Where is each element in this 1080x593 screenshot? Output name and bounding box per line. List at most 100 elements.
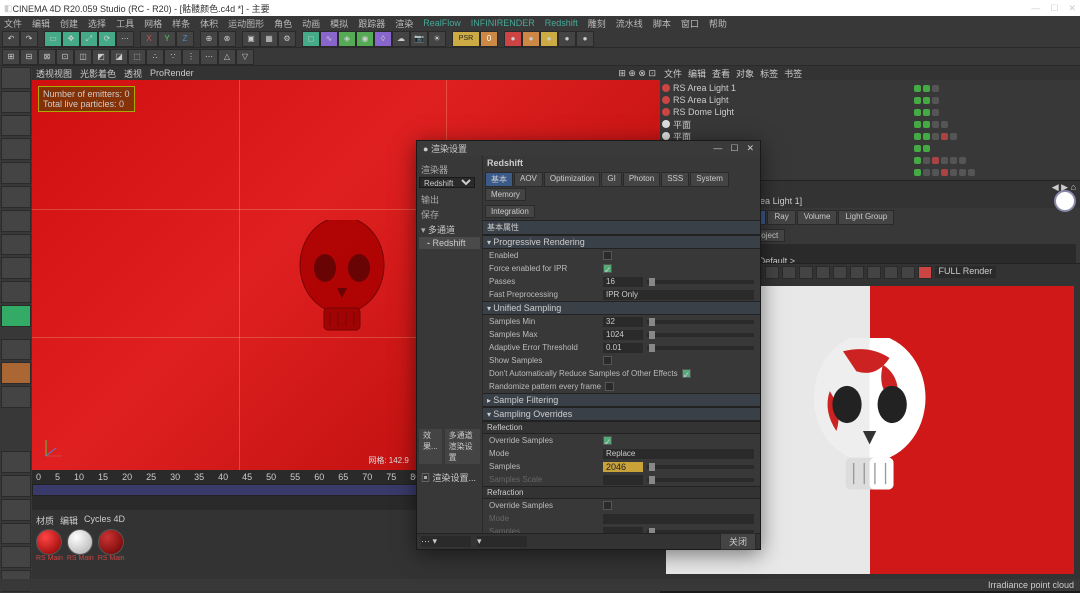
snap-tool[interactable]: ⋯ (200, 49, 218, 65)
menu-item[interactable]: 雕刻 (588, 17, 606, 30)
psr-button[interactable]: PSR (452, 31, 480, 47)
pv-render-mode[interactable]: FULL Render (935, 266, 997, 278)
om-tab[interactable]: 对象 (736, 67, 754, 80)
axis-y-icon[interactable]: Y (158, 31, 176, 47)
vp-tab[interactable]: 透视 (124, 67, 142, 80)
om-tab[interactable]: 标签 (760, 67, 778, 80)
snap-grid-icon[interactable] (1, 386, 31, 408)
rs-tab-system[interactable]: System (690, 172, 729, 187)
snap-tool[interactable]: ◪ (110, 49, 128, 65)
dialog-maximize-icon[interactable]: ☐ (730, 143, 738, 154)
section-unified[interactable]: ▾ Unified Sampling (483, 301, 760, 315)
vp-tab[interactable]: 透视视图 (36, 67, 72, 80)
palette-icon[interactable] (1, 475, 31, 497)
refl-mode-select[interactable]: Replace (603, 449, 754, 459)
snap-tool[interactable]: ◩ (92, 49, 110, 65)
menu-item[interactable]: 运动图形 (228, 17, 264, 30)
om-tab[interactable]: 查看 (712, 67, 730, 80)
menu-item[interactable]: 脚本 (653, 17, 671, 30)
menu-item[interactable]: 编辑 (32, 17, 50, 30)
menu-item[interactable]: 选择 (88, 17, 106, 30)
mode-axis-icon[interactable] (1, 115, 31, 137)
material-slot[interactable] (98, 529, 124, 555)
refl-override-checkbox[interactable]: ✓ (603, 436, 612, 445)
mode-model-icon[interactable] (1, 67, 31, 89)
menu-item[interactable]: 流水线 (616, 17, 643, 30)
pv-tool-icon[interactable] (901, 266, 915, 279)
refl-scale-field[interactable] (603, 475, 643, 485)
tool-recent[interactable]: ⋯ (116, 31, 134, 47)
vp-nav-icon[interactable]: ⊞ ⊕ ⊗ ⊡ (618, 68, 656, 79)
vis-dot[interactable] (923, 85, 930, 92)
mode-extra-icon[interactable] (1, 257, 31, 279)
rs-tab-sss[interactable]: SSS (661, 172, 689, 187)
effects-button[interactable]: 效果... (419, 429, 442, 464)
path-field[interactable] (748, 244, 1076, 255)
mode-point-icon[interactable] (1, 138, 31, 160)
side-item-save[interactable]: 保存 (419, 207, 480, 222)
rs-tool-5[interactable]: ● (576, 31, 594, 47)
material-slot[interactable] (67, 529, 93, 555)
object-row[interactable]: RS Area Light (662, 94, 910, 106)
vp-tab[interactable]: ProRender (150, 68, 194, 78)
render-pict-icon[interactable]: ▦ (260, 31, 278, 47)
menu-item[interactable]: 窗口 (681, 17, 699, 30)
snap-toggle-icon[interactable] (1, 339, 31, 361)
snap-tool[interactable]: △ (218, 49, 236, 65)
mode-poly-icon[interactable] (1, 186, 31, 208)
tool-select[interactable]: ▭ (44, 31, 62, 47)
om-tab[interactable]: 文件 (664, 67, 682, 80)
tool-scale[interactable]: ⤢ (80, 31, 98, 47)
snap-tool[interactable]: ∵ (164, 49, 182, 65)
force-ipr-checkbox[interactable]: ✓ (603, 264, 612, 273)
snap-mode-icon[interactable] (1, 362, 31, 384)
rs-tool-4[interactable]: ● (558, 31, 576, 47)
render-view-icon[interactable]: ▣ (242, 31, 260, 47)
section-sampling-overrides[interactable]: ▾ Sampling Overrides (483, 407, 760, 421)
refl-scale-slider[interactable] (647, 478, 754, 482)
menu-item[interactable]: 渲染 (395, 17, 413, 30)
attr-tab-lightgroup[interactable]: Light Group (838, 210, 894, 225)
tag-icon[interactable] (932, 85, 939, 92)
menu-item-realflow[interactable]: RealFlow (423, 18, 461, 28)
palette-icon[interactable] (1, 546, 31, 568)
close-icon[interactable]: ✕ (1068, 3, 1076, 14)
pv-tool-icon[interactable] (867, 266, 881, 279)
tool-coord2[interactable]: ⊗ (218, 31, 236, 47)
section-progressive[interactable]: ▾ Progressive Rendering (483, 235, 760, 249)
close-button[interactable]: 关闭 (720, 533, 756, 550)
samples-max-slider[interactable] (647, 333, 754, 337)
tool-undo[interactable]: ↶ (2, 31, 20, 47)
auto-reduce-checkbox[interactable]: ✓ (682, 369, 691, 378)
attr-tab-volume[interactable]: Volume (797, 210, 838, 225)
rs-tab-photon[interactable]: Photon (623, 172, 660, 187)
prim-generator-icon[interactable]: ◈ (338, 31, 356, 47)
pv-tool-icon[interactable] (884, 266, 898, 279)
material-slot[interactable] (36, 529, 62, 555)
pv-tool-icon[interactable] (816, 266, 830, 279)
aet-slider[interactable] (647, 346, 754, 350)
menu-item[interactable]: 帮助 (709, 17, 727, 30)
menu-item[interactable]: 样条 (172, 17, 190, 30)
enabled-checkbox[interactable] (603, 251, 612, 260)
snap-tool[interactable]: ⬚ (128, 49, 146, 65)
dialog-minimize-icon[interactable]: — (713, 143, 722, 154)
dollar-icon[interactable] (1, 305, 31, 327)
passes-slider[interactable] (647, 280, 754, 284)
rs-tab-aov[interactable]: AOV (514, 172, 543, 187)
snap-tool[interactable]: ∴ (146, 49, 164, 65)
menu-item-infinirender[interactable]: INFINIRENDER (471, 18, 535, 28)
menu-item-redshift[interactable]: Redshift (545, 18, 578, 28)
prim-spline-icon[interactable]: ∿ (320, 31, 338, 47)
pv-tool-icon[interactable] (782, 266, 796, 279)
rs-tab-basic[interactable]: 基本 (485, 172, 513, 187)
mode-extra2-icon[interactable] (1, 281, 31, 303)
mode-object-icon[interactable] (1, 91, 31, 113)
pv-tool-icon[interactable] (799, 266, 813, 279)
object-row[interactable]: 平面 (662, 118, 910, 130)
pv-tool-icon[interactable] (850, 266, 864, 279)
menu-item[interactable]: 体积 (200, 17, 218, 30)
vp-tab[interactable]: 光影着色 (80, 67, 116, 80)
samples-max-field[interactable]: 1024 (603, 330, 643, 340)
render-settings-link[interactable]: ▣ 渲染设置... (419, 470, 480, 485)
